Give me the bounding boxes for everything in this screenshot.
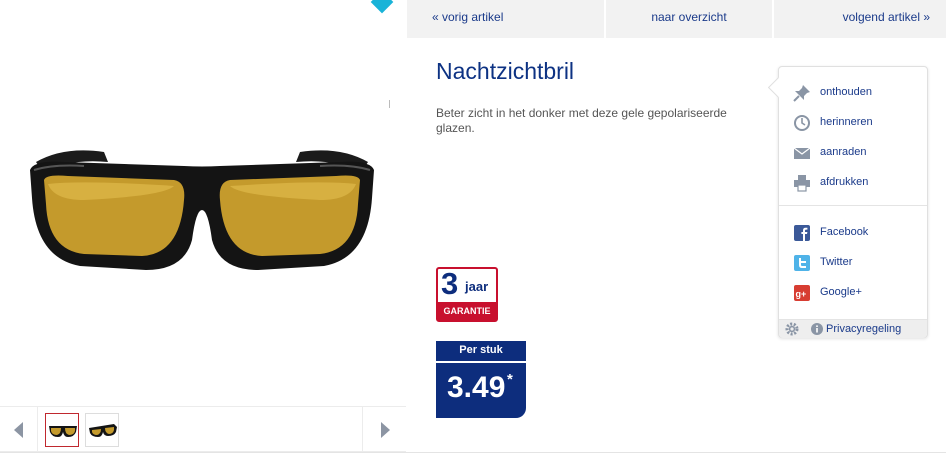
clock-icon: [794, 115, 810, 131]
twitter-share[interactable]: Twitter: [793, 252, 923, 274]
twitter-icon: [794, 255, 810, 271]
arrow-right-icon: [381, 422, 390, 438]
facebook-label: Facebook: [820, 226, 869, 238]
info-icon: [811, 323, 823, 335]
sunglasses-thumb-icon: [49, 426, 77, 437]
sunglasses-thumb-icon: [89, 424, 117, 437]
facebook-icon: [794, 225, 810, 241]
thumbnail-strip: [0, 406, 406, 452]
remind-label: herinneren: [820, 116, 873, 128]
remind-action[interactable]: herinneren: [793, 112, 923, 134]
guarantee-badge: 3 jaar GARANTIE: [436, 266, 498, 322]
guarantee-label: GARANTIE: [438, 302, 496, 320]
remember-action[interactable]: onthouden: [793, 82, 923, 104]
divider-mark: [389, 100, 390, 108]
google-plus-icon: g+: [794, 285, 810, 301]
remember-label: onthouden: [820, 86, 872, 98]
printer-icon: [794, 175, 810, 192]
price-main: 3.49 *: [436, 363, 526, 418]
bottom-divider: [0, 452, 946, 453]
overview-link[interactable]: naar overzicht: [606, 0, 774, 38]
gear-icon[interactable]: [785, 322, 799, 336]
article-navigation: « vorig artikel naar overzicht volgend a…: [407, 0, 946, 38]
privacy-link[interactable]: Privacyregeling: [826, 323, 901, 335]
next-image-button[interactable]: [362, 407, 406, 452]
price-unit-label: Per stuk: [436, 341, 526, 361]
thumbnail-1[interactable]: [45, 413, 79, 447]
previous-article-link[interactable]: « vorig artikel: [407, 0, 606, 38]
previous-image-button[interactable]: [0, 407, 38, 452]
envelope-icon: [793, 147, 811, 159]
panel-footer: Privacyregeling: [779, 319, 927, 338]
recommend-label: aanraden: [820, 146, 867, 158]
sunglasses-image: [30, 150, 374, 270]
guarantee-years: 3: [441, 266, 459, 301]
corner-marker: [370, 0, 394, 14]
product-description: Beter zicht in het donker met deze gele …: [436, 106, 727, 135]
thumbnail-2[interactable]: [85, 413, 119, 447]
google-plus-label: Google+: [820, 286, 862, 298]
price-box: Per stuk 3.49 *: [436, 341, 526, 418]
next-article-link[interactable]: volgend artikel »: [774, 0, 946, 38]
price-asterisk: *: [507, 371, 513, 388]
price-value: 3.49: [447, 371, 506, 404]
print-label: afdrukken: [820, 176, 869, 188]
google-plus-share[interactable]: g+ Google+: [793, 282, 923, 304]
facebook-share[interactable]: Facebook: [793, 222, 923, 244]
pin-icon: [793, 85, 810, 102]
share-actions-panel: onthouden herinneren aanraden afdrukken …: [778, 66, 928, 338]
product-title: Nachtzichtbril: [436, 58, 575, 84]
guarantee-unit: jaar: [465, 279, 489, 294]
panel-divider: [779, 205, 927, 206]
recommend-action[interactable]: aanraden: [793, 142, 923, 164]
arrow-left-icon: [14, 422, 23, 438]
product-image-area: [0, 0, 406, 406]
print-action[interactable]: afdrukken: [793, 172, 923, 194]
svg-text:g+: g+: [796, 289, 807, 299]
twitter-label: Twitter: [820, 256, 853, 268]
